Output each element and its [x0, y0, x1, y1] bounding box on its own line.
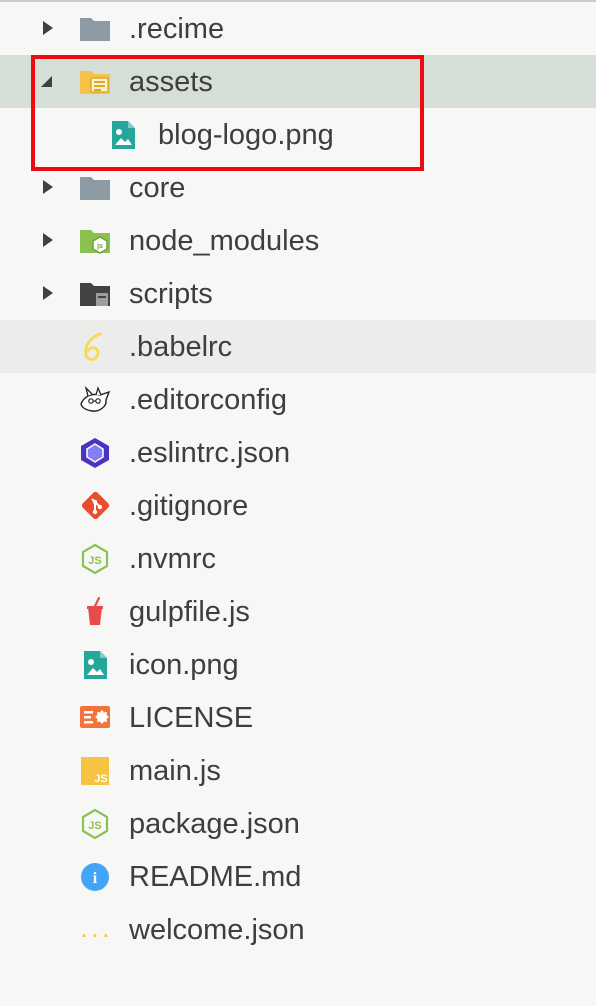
tree-item-node-modules[interactable]: js node_modules	[0, 214, 596, 267]
chevron-right-icon[interactable]	[43, 286, 53, 300]
tree-item-babelrc[interactable]: .babelrc	[0, 320, 596, 373]
folder-node-icon: js	[80, 230, 110, 254]
babel-icon	[84, 332, 102, 361]
folder-icon	[80, 177, 110, 200]
info-icon: i	[81, 863, 109, 891]
tree-item-label: icon.png	[129, 649, 239, 681]
javascript-icon: JS	[81, 757, 109, 785]
svg-text:JS: JS	[88, 555, 101, 567]
tree-item-label: .nvmrc	[129, 543, 216, 575]
tree-item-license[interactable]: LICENSE	[0, 691, 596, 744]
tree-item-label: README.md	[129, 861, 302, 893]
tree-item-label: welcome.json	[129, 914, 305, 946]
tree-item-label: package.json	[129, 808, 300, 840]
tree-item-editorconfig[interactable]: .editorconfig	[0, 373, 596, 426]
folder-scripts-icon	[80, 283, 110, 306]
tree-item-gitignore[interactable]: .gitignore	[0, 479, 596, 532]
tree-item-readme[interactable]: i README.md	[0, 850, 596, 903]
annotation-highlight-box	[31, 55, 424, 171]
chevron-right-icon[interactable]	[43, 180, 53, 194]
tree-item-icon-png[interactable]: icon.png	[0, 638, 596, 691]
git-icon	[81, 491, 110, 520]
svg-text:JS: JS	[88, 820, 101, 832]
image-file-icon	[84, 651, 107, 679]
tree-item-label: .recime	[129, 13, 225, 45]
nodejs-hexagon-icon: JS	[81, 808, 109, 840]
tree-item-package-json[interactable]: JS package.json	[0, 797, 596, 850]
chevron-right-icon[interactable]	[43, 21, 53, 35]
tree-item-label: gulpfile.js	[129, 596, 250, 628]
tree-item-label: core	[129, 172, 186, 204]
tree-item-label: .babelrc	[129, 331, 233, 363]
license-icon	[80, 706, 110, 728]
nodejs-hexagon-icon: JS	[81, 543, 109, 575]
svg-text:{...}: {...}	[78, 923, 112, 943]
tree-item-scripts[interactable]: scripts	[0, 267, 596, 320]
gulp-cup-icon	[87, 596, 103, 625]
editorconfig-mouse-icon	[80, 385, 111, 412]
tree-item-label: scripts	[129, 278, 213, 310]
tree-item-welcome-json[interactable]: {...} welcome.json	[0, 903, 596, 956]
tree-item-gulpfile[interactable]: gulpfile.js	[0, 585, 596, 638]
tree-item-nvmrc[interactable]: JS .nvmrc	[0, 532, 596, 585]
svg-text:i: i	[93, 870, 98, 887]
eslint-icon	[81, 438, 109, 468]
svg-text:js: js	[96, 243, 103, 250]
tree-item-label: .editorconfig	[129, 384, 287, 416]
tree-item-eslintrc[interactable]: .eslintrc.json	[0, 426, 596, 479]
svg-text:JS: JS	[94, 773, 107, 785]
tree-item-label: main.js	[129, 755, 221, 787]
chevron-right-icon[interactable]	[43, 233, 53, 247]
tree-item-label: LICENSE	[129, 702, 254, 734]
tree-item-label: .gitignore	[129, 490, 249, 522]
tree-item-label: node_modules	[129, 225, 320, 257]
folder-icon	[80, 18, 110, 41]
tree-item-recime[interactable]: .recime	[0, 2, 596, 55]
tree-item-label: .eslintrc.json	[129, 437, 291, 469]
tree-item-main-js[interactable]: JS main.js	[0, 744, 596, 797]
json-braces-icon: {...}	[78, 923, 112, 943]
